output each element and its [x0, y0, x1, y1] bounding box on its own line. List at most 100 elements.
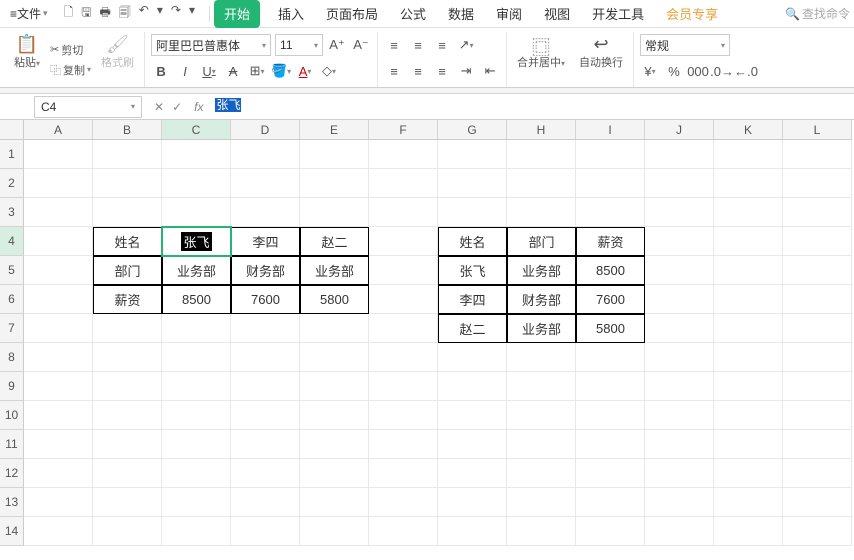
cell-J8[interactable]: [645, 343, 714, 372]
row-header-2[interactable]: 2: [0, 169, 24, 198]
cell-A7[interactable]: [24, 314, 93, 343]
row-header-4[interactable]: 4: [0, 227, 24, 256]
cell-G13[interactable]: [438, 488, 507, 517]
cell-J6[interactable]: [645, 285, 714, 314]
align-middle-button[interactable]: ≡: [408, 35, 428, 55]
cell-B1[interactable]: [93, 140, 162, 169]
row-header-10[interactable]: 10: [0, 401, 24, 430]
cell-F11[interactable]: [369, 430, 438, 459]
cell-B6[interactable]: 薪资: [93, 285, 162, 314]
cell-L5[interactable]: [783, 256, 852, 285]
font-color-button[interactable]: A▾: [295, 61, 315, 81]
cell-E12[interactable]: [300, 459, 369, 488]
cell-K4[interactable]: [714, 227, 783, 256]
cell-F6[interactable]: [369, 285, 438, 314]
cell-H3[interactable]: [507, 198, 576, 227]
cell-J10[interactable]: [645, 401, 714, 430]
row-header-13[interactable]: 13: [0, 488, 24, 517]
search-commands[interactable]: 🔍 查找命令: [785, 5, 850, 22]
col-header-B[interactable]: B: [93, 120, 162, 140]
cell-I11[interactable]: [576, 430, 645, 459]
tab-view[interactable]: 视图: [540, 0, 574, 28]
cell-B8[interactable]: [93, 343, 162, 372]
cell-A2[interactable]: [24, 169, 93, 198]
decrease-decimal-button[interactable]: ←.0: [736, 61, 756, 81]
cell-C13[interactable]: [162, 488, 231, 517]
cell-style-button[interactable]: ◇▾: [319, 61, 339, 81]
cell-D9[interactable]: [231, 372, 300, 401]
cell-L12[interactable]: [783, 459, 852, 488]
cell-C14[interactable]: [162, 517, 231, 546]
cell-G8[interactable]: [438, 343, 507, 372]
print-icon[interactable]: 🖶: [99, 3, 110, 24]
cell-B12[interactable]: [93, 459, 162, 488]
increase-font-button[interactable]: A⁺: [327, 35, 347, 55]
cell-I4[interactable]: 薪资: [576, 227, 645, 256]
cell-H13[interactable]: [507, 488, 576, 517]
cell-K8[interactable]: [714, 343, 783, 372]
cell-A13[interactable]: [24, 488, 93, 517]
cells-area[interactable]: 姓名张飞李四赵二姓名部门薪资部门业务部财务部业务部张飞业务部8500薪资8500…: [24, 140, 852, 546]
cell-B10[interactable]: [93, 401, 162, 430]
cell-B7[interactable]: [93, 314, 162, 343]
cell-G3[interactable]: [438, 198, 507, 227]
cell-D6[interactable]: 7600: [231, 285, 300, 314]
row-header-8[interactable]: 8: [0, 343, 24, 372]
copy-button[interactable]: ⿻复制▾: [50, 62, 91, 78]
cell-E7[interactable]: [300, 314, 369, 343]
cell-F13[interactable]: [369, 488, 438, 517]
cell-G7[interactable]: 赵二: [438, 314, 507, 343]
cell-J13[interactable]: [645, 488, 714, 517]
font-size-combo[interactable]: 11▾: [275, 34, 323, 56]
cell-A9[interactable]: [24, 372, 93, 401]
cell-L14[interactable]: [783, 517, 852, 546]
outdent-button[interactable]: ⇤: [480, 61, 500, 81]
col-header-J[interactable]: J: [645, 120, 714, 140]
cancel-formula-button[interactable]: ✕: [154, 100, 164, 114]
underline-button[interactable]: U▾: [199, 61, 219, 81]
cell-L6[interactable]: [783, 285, 852, 314]
cell-B9[interactable]: [93, 372, 162, 401]
cell-D1[interactable]: [231, 140, 300, 169]
cell-E1[interactable]: [300, 140, 369, 169]
name-box[interactable]: C4 ▾: [34, 96, 142, 118]
format-painter-button[interactable]: 🖌 格式刷: [97, 32, 138, 87]
cell-L8[interactable]: [783, 343, 852, 372]
cell-F7[interactable]: [369, 314, 438, 343]
cell-J4[interactable]: [645, 227, 714, 256]
cell-A5[interactable]: [24, 256, 93, 285]
cell-G2[interactable]: [438, 169, 507, 198]
cell-A14[interactable]: [24, 517, 93, 546]
cell-C1[interactable]: [162, 140, 231, 169]
tab-home[interactable]: 开始: [214, 0, 260, 28]
cell-D10[interactable]: [231, 401, 300, 430]
cell-A8[interactable]: [24, 343, 93, 372]
cell-G14[interactable]: [438, 517, 507, 546]
col-header-E[interactable]: E: [300, 120, 369, 140]
tab-data[interactable]: 数据: [444, 0, 478, 28]
cell-H2[interactable]: [507, 169, 576, 198]
cell-B5[interactable]: 部门: [93, 256, 162, 285]
tab-vip[interactable]: 会员专享: [662, 0, 722, 28]
merge-center-button[interactable]: ⿴ 合并居中▾: [513, 32, 569, 87]
cell-G4[interactable]: 姓名: [438, 227, 507, 256]
cell-G12[interactable]: [438, 459, 507, 488]
cell-A4[interactable]: [24, 227, 93, 256]
cell-C11[interactable]: [162, 430, 231, 459]
cell-I12[interactable]: [576, 459, 645, 488]
new-icon[interactable]: 🗋: [64, 3, 74, 24]
cell-H4[interactable]: 部门: [507, 227, 576, 256]
increase-decimal-button[interactable]: .0→: [712, 61, 732, 81]
cell-L3[interactable]: [783, 198, 852, 227]
paste-button[interactable]: 📋 粘贴▾: [10, 32, 44, 87]
cell-K1[interactable]: [714, 140, 783, 169]
cell-C12[interactable]: [162, 459, 231, 488]
row-header-12[interactable]: 12: [0, 459, 24, 488]
col-header-F[interactable]: F: [369, 120, 438, 140]
cell-F12[interactable]: [369, 459, 438, 488]
align-bottom-button[interactable]: ≡: [432, 35, 452, 55]
strikethrough-button[interactable]: A: [223, 61, 243, 81]
cell-J14[interactable]: [645, 517, 714, 546]
cell-L1[interactable]: [783, 140, 852, 169]
cell-G5[interactable]: 张飞: [438, 256, 507, 285]
